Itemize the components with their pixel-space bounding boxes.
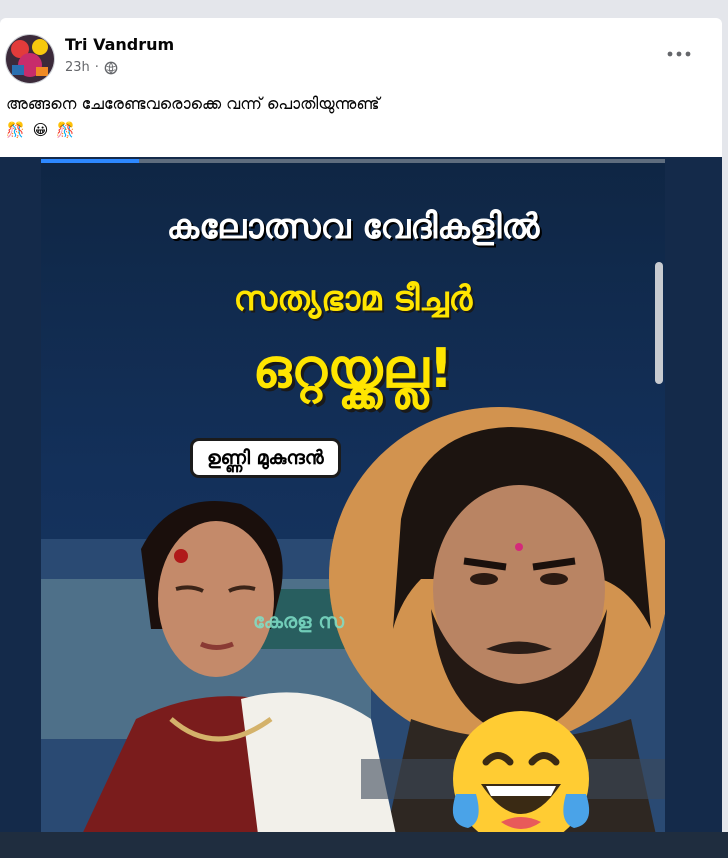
grinning-emoji: 😀 xyxy=(32,121,49,139)
headline-line-3: ഒറ്റയ്ക്കല്ല! xyxy=(252,337,454,400)
post-media[interactable]: കലോത്സവ വേദികളിൽ സത്യഭാമ ടീച്ചർ ഒറ്റയ്ക്… xyxy=(0,157,722,858)
headline-line-2: സത്യഭാമ ടീച്ചർ xyxy=(233,279,473,319)
poster-image[interactable]: കലോത്സവ വേദികളിൽ സത്യഭാമ ടീച്ചർ ഒറ്റയ്ക്… xyxy=(41,159,665,858)
post-time[interactable]: 23h xyxy=(65,60,90,75)
taskbar xyxy=(0,832,728,858)
background-sign: കേരള സ xyxy=(253,609,344,633)
author-name[interactable]: Tri Vandrum xyxy=(65,35,174,54)
name-tag: ഉണ്ണി മുകുന്ദൻ xyxy=(193,441,338,475)
author-avatar[interactable] xyxy=(5,34,55,84)
confetti-emoji: 🎊 xyxy=(56,121,76,139)
post-text: അങ്ങനെ ചേരേണ്ടവരൊക്കെ വന്ന് പൊതിയുന്നുണ്… xyxy=(6,94,380,113)
more-options-icon[interactable] xyxy=(664,44,694,64)
confetti-emoji: 🎊 xyxy=(6,121,25,139)
headline-line-1: കലോത്സവ വേദികളിൽ xyxy=(166,207,540,247)
globe-icon xyxy=(104,61,118,74)
post-meta: 23h · xyxy=(65,60,118,75)
scrollbar[interactable] xyxy=(655,262,663,384)
post-card: Tri Vandrum 23h · അങ്ങനെ ചേരേണ്ടവരൊക്കെ … xyxy=(0,18,722,858)
post-emojis: 🎊 😀 🎊 xyxy=(6,121,75,139)
